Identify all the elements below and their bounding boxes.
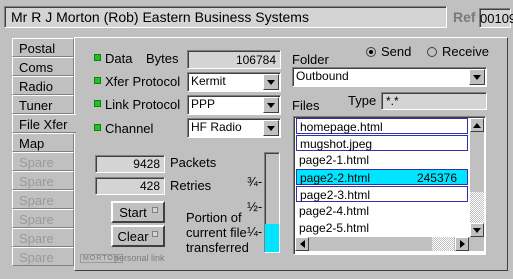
horizontal-scrollbar[interactable] [295,237,470,251]
folder-value: Outbound [296,69,349,83]
link-protocol-select[interactable]: PPP [187,95,281,115]
tab-coms[interactable]: Coms [12,57,74,76]
vertical-scrollbar[interactable] [470,118,484,237]
tab-spare[interactable]: Spare [12,152,74,171]
tab-tuner[interactable]: Tuner [12,95,74,114]
clear-indicator-icon [152,231,158,237]
progress-caption: Portion of current file transferred [186,210,249,255]
file-name: page2-4.html [299,204,370,218]
packets-label: Packets [170,155,217,170]
vertical-scroll-track [470,132,484,192]
data-label: Data [105,51,133,66]
files-label: Files [292,98,320,113]
tab-spare[interactable]: Spare [12,247,74,266]
tab-map[interactable]: Map [12,133,74,152]
tab-radio[interactable]: Radio [12,76,74,95]
channel-value: HF Radio [191,120,242,134]
tab-spare[interactable]: Spare [12,228,74,247]
send-label: Send [381,44,412,59]
tab-file-xfer[interactable]: File Xfer [12,114,76,133]
clear-button[interactable]: Clear [111,225,165,247]
transfer-progress-fill [265,224,279,252]
link-protocol-label: Link Protocol [105,97,181,112]
file-list-item[interactable]: page2-5.html [296,220,468,236]
type-filter-field[interactable]: *.* [381,92,487,110]
data-status-led-icon [94,54,101,61]
chevron-down-icon[interactable] [263,120,279,136]
xfer-protocol-value: Kermit [191,74,226,88]
radio-unselected-icon[interactable] [427,47,437,57]
bytes-label: Bytes [146,51,179,66]
start-button-label: Start [119,204,147,220]
progress-tick-quarter: ¼- [247,224,263,239]
file-name: page2-1.html [299,153,370,167]
xfer-status-led-icon [94,77,101,84]
transfer-progress-bar [264,152,280,253]
chevron-down-icon[interactable] [263,97,279,113]
retries-value-field: 428 [95,177,165,195]
brand-tagline: personal link [114,253,165,263]
contact-title-field: Mr R J Morton (Rob) Eastern Business Sys… [4,6,447,28]
packets-value-field: 9428 [95,155,165,173]
chevron-down-icon[interactable] [263,74,279,90]
file-list-item[interactable]: homepage.html [296,118,468,134]
progress-caption-line: Portion of [186,210,242,225]
ref-value-field: 00109 [479,8,513,28]
file-list-item[interactable]: page2-4.html [296,203,468,219]
channel-status-led-icon [94,124,101,131]
link-status-led-icon [94,100,101,107]
chevron-down-icon[interactable] [469,69,485,85]
tab-spare[interactable]: Spare [12,190,74,209]
type-label: Type [348,93,377,108]
tab-spare[interactable]: Spare [12,209,74,228]
progress-tick-half: ½- [247,199,263,214]
progress-caption-line: current file [186,225,247,240]
file-size: 245376 [416,171,457,185]
scrollbar-corner [470,237,484,251]
ref-label: Ref [453,9,476,25]
folder-label: Folder [292,52,329,67]
link-protocol-value: PPP [191,97,216,111]
xfer-protocol-label: Xfer Protocol [105,74,181,89]
progress-caption-line: transferred [186,240,249,255]
retries-label: Retries [170,178,212,193]
scroll-left-icon[interactable] [295,237,309,251]
horizontal-scroll-track [432,237,454,251]
progress-tick-three-quarter: ¾- [247,174,263,189]
file-name: homepage.html [300,120,383,134]
file-name: page2-3.html [300,188,371,202]
tab-postal[interactable]: Postal [12,38,74,57]
file-list-item[interactable]: mugshot.jpeg [296,135,468,151]
files-list[interactable]: homepage.html mugshot.jpeg page2-1.html pag… [293,116,486,255]
tab-spare[interactable]: Spare [12,171,74,190]
file-name: mugshot.jpeg [300,137,373,151]
scroll-up-icon[interactable] [470,118,484,132]
radio-selected-icon[interactable] [366,47,376,57]
scroll-right-icon[interactable] [455,237,469,251]
xfer-protocol-select[interactable]: Kermit [187,72,281,92]
file-list-item[interactable]: page2-1.html [296,152,468,168]
channel-label: Channel [105,121,154,136]
file-list-item[interactable]: page2-2.html 245376 [296,169,468,185]
file-name: page2-5.html [299,221,370,235]
start-indicator-icon [152,207,158,213]
channel-select[interactable]: HF Radio [187,118,281,138]
scroll-down-icon[interactable] [470,223,484,237]
file-name: page2-2.html [300,171,371,185]
folder-select[interactable]: Outbound [292,67,487,87]
start-button[interactable]: Start [111,201,165,223]
bytes-value-field: 106784 [187,50,281,69]
receive-label: Receive [442,44,489,59]
clear-button-label: Clear [117,228,149,244]
file-list-item[interactable]: page2-3.html [296,186,468,202]
